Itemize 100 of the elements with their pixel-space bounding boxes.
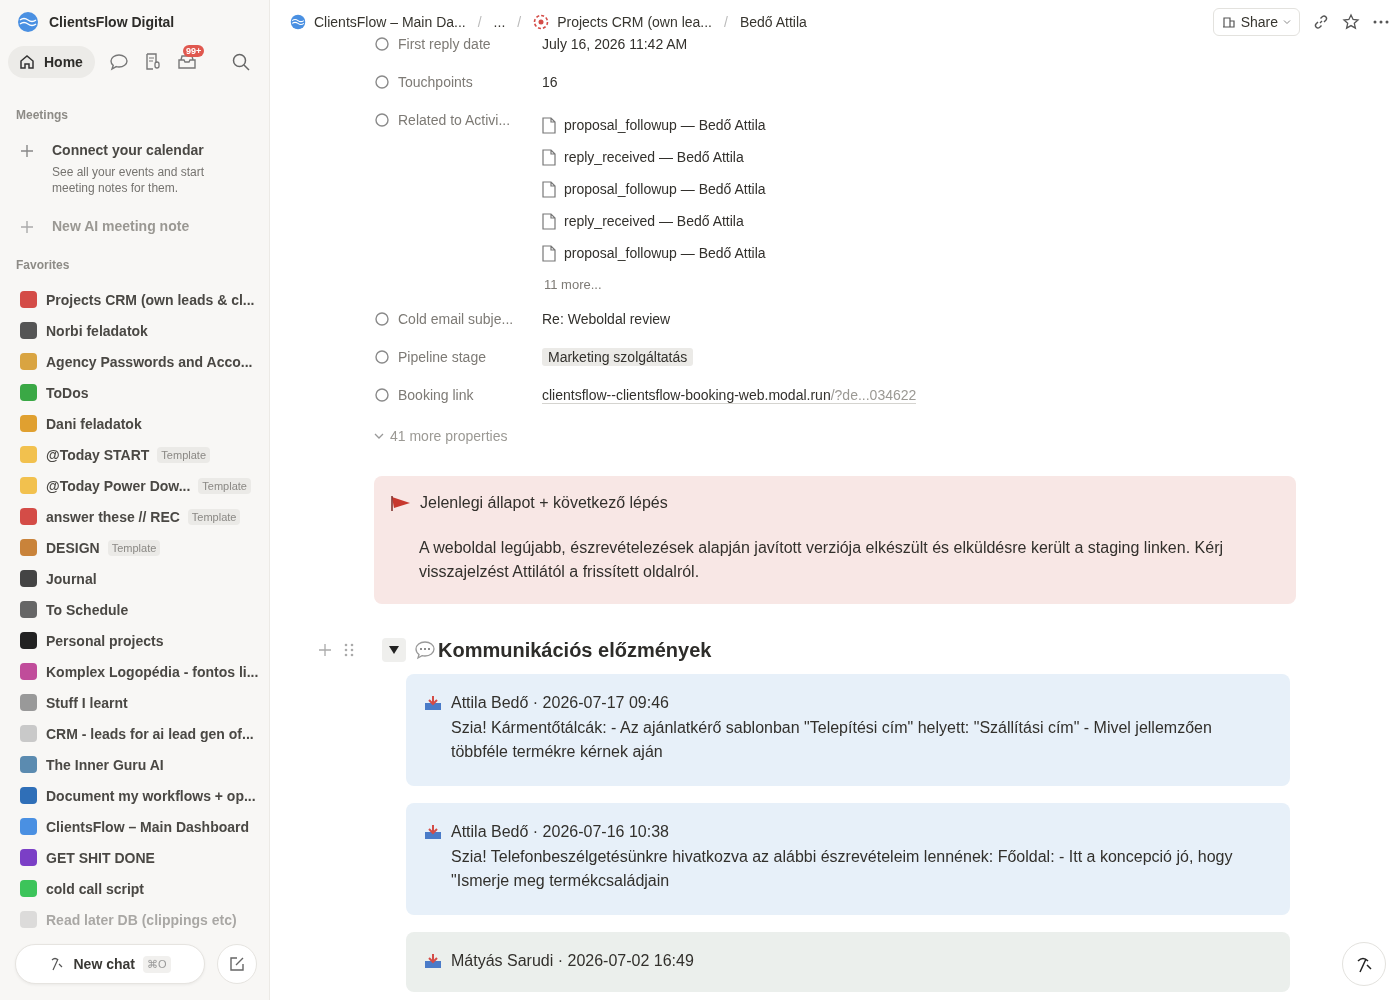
connect-calendar-link[interactable]: Connect your calendar <box>52 142 222 158</box>
favorite-item[interactable]: The Inner Guru AI <box>46 756 164 773</box>
template-tag: Template <box>198 477 251 494</box>
page-icon <box>20 911 37 928</box>
drag-handle-icon[interactable] <box>344 642 354 658</box>
document-icon <box>542 244 556 262</box>
share-button[interactable]: Share <box>1212 8 1300 36</box>
page-icon <box>20 818 37 835</box>
building-icon <box>1221 15 1236 29</box>
inbox-tray-icon <box>424 953 442 969</box>
page-icon <box>20 570 37 587</box>
breadcrumb-link[interactable]: Projects CRM (own lea... <box>557 14 712 30</box>
page-icon <box>20 601 37 618</box>
page-icon <box>20 880 37 897</box>
home-button[interactable]: Home <box>8 46 95 78</box>
favorite-item[interactable]: Personal projects <box>46 632 164 649</box>
favorite-item[interactable]: cold call script <box>46 880 145 897</box>
breadcrumb-separator: / <box>724 14 728 30</box>
inbox-tray-icon <box>424 695 442 711</box>
relation-link[interactable]: reply_received — Bedő Attila <box>564 210 744 232</box>
page-icon <box>20 663 37 680</box>
breadcrumb-separator: / <box>477 14 482 30</box>
toggle-button[interactable] <box>382 638 406 662</box>
page-icon <box>20 632 37 649</box>
page-icon <box>20 539 37 556</box>
property-label: Booking link <box>398 386 474 405</box>
booking-url[interactable]: clientsflow--clientsflow-booking-web.modal.run/?de...034622 <box>542 387 917 404</box>
wave-logo-icon <box>17 11 39 33</box>
property-label: Pipeline stage <box>398 348 486 367</box>
property-label: First reply date <box>398 35 491 54</box>
property-value: 16 <box>542 74 558 90</box>
relation-link[interactable]: proposal_followup — Bedő Attila <box>564 114 766 136</box>
favorite-item[interactable]: Agency Passwords and Acco... <box>46 353 253 370</box>
stage-tag[interactable]: Marketing szolgáltatás <box>542 348 694 366</box>
page-icon <box>20 725 37 742</box>
message-text: Szia! Telefonbeszélgetésünkre hivatkozva az alábbi észrevételeim lennének: Főoldal: - Itt a koncepció jó, hogy "Ismerje meg termékcsaládjain <box>451 847 1234 891</box>
document-icon <box>542 116 556 134</box>
plus-icon <box>20 220 34 234</box>
wave-logo-icon <box>290 14 306 30</box>
message-header: Attila Bedő · 2026-07-17 09:46 <box>451 694 669 712</box>
star-icon[interactable] <box>1342 13 1360 31</box>
target-icon <box>533 14 550 30</box>
breadcrumb-link[interactable]: ... <box>493 14 506 30</box>
new-chat-button[interactable]: New chat ⌘O <box>15 944 205 984</box>
breadcrumb-separator: / <box>517 14 522 30</box>
favorite-item[interactable]: @Today START <box>46 446 150 463</box>
section-title: Meetings <box>15 107 69 122</box>
favorite-item[interactable]: Journal <box>46 570 97 587</box>
page-icon <box>20 694 37 711</box>
flag-icon <box>390 495 412 511</box>
breadcrumb-link[interactable]: ClientsFlow – Main Da... <box>314 14 466 30</box>
inbox-icon[interactable] <box>176 52 197 72</box>
favorite-item[interactable]: GET SHIT DONE <box>46 849 155 866</box>
plus-icon <box>20 144 34 158</box>
document-icon <box>542 148 556 166</box>
favorite-item[interactable]: Document my workflows + op... <box>46 787 256 804</box>
favorite-item[interactable]: CRM - leads for ai lead gen of... <box>46 725 254 742</box>
page-icon <box>20 477 37 494</box>
notification-badge: 99+ <box>182 45 205 57</box>
section-heading: Kommunikációs előzmények <box>438 638 712 662</box>
favorite-item[interactable]: Dani feladatok <box>46 415 142 432</box>
breadcrumb-link[interactable]: Bedő Attila <box>739 14 807 30</box>
favorite-item[interactable]: ClientsFlow – Main Dashboard <box>46 818 250 835</box>
message-text: Szia! Kármentőtálcák: - Az ajánlatkérő sablonban "Telepítési cím" helyett: "Szállítási cím" - Mivel jellemzően többféle termékre kérnek aján <box>451 718 1213 762</box>
ai-assistant-button[interactable] <box>1342 942 1386 986</box>
relation-link[interactable]: reply_received — Bedő Attila <box>564 146 744 168</box>
favorite-item[interactable]: DESIGN <box>46 539 100 556</box>
template-tag: Template <box>157 446 210 463</box>
chevron-icon <box>374 431 384 441</box>
speech-bubble-icon <box>414 640 436 660</box>
favorite-item[interactable]: ToDos <box>46 384 89 401</box>
page-icon <box>20 384 37 401</box>
property-value: July 16, 2026 11:42 AM <box>542 36 688 52</box>
favorite-item[interactable]: Komplex Logopédia - fontos li... <box>46 663 259 680</box>
template-tag: Template <box>107 539 161 556</box>
inbox-tray-icon <box>424 824 442 840</box>
property-label: Touchpoints <box>398 73 473 92</box>
property-label: Related to Activi... <box>398 111 511 130</box>
calendar-description: See all your events and start meeting notes for them. <box>52 164 206 196</box>
property-value: Re: Weboldal review <box>542 311 671 327</box>
page-icon <box>20 849 37 866</box>
chat-icon[interactable] <box>108 52 129 72</box>
favorite-item[interactable]: @Today Power Dow... <box>46 477 191 494</box>
favorite-item[interactable]: Stuff I learnt <box>46 694 128 711</box>
more-link[interactable]: 11 more... <box>542 274 766 308</box>
triangle-icon <box>389 645 399 655</box>
favorite-item[interactable]: Projects CRM (own leads & cl... <box>46 291 255 308</box>
favorite-item[interactable]: Norbi feladatok <box>46 322 148 339</box>
relation-link[interactable]: proposal_followup — Bedő Attila <box>564 178 766 200</box>
property-label: Cold email subje... <box>398 310 514 329</box>
template-tag: Template <box>187 508 241 525</box>
callout-text: A weboldal legújabb, észrevételezések alapján javított verziója elkészült és elküldésre került a staging linken. Kérj visszajelzést Attilától a frissített oldalról. <box>419 538 1224 582</box>
message-header: Attila Bedő · 2026-07-16 10:38 <box>451 823 669 841</box>
document-icon <box>542 212 556 230</box>
page-icon <box>20 353 37 370</box>
page-icon <box>20 446 37 463</box>
favorite-item[interactable]: answer these // REC <box>46 508 180 525</box>
relation-link[interactable]: proposal_followup — Bedő Attila <box>564 242 766 264</box>
favorite-item[interactable]: To Schedule <box>46 601 129 618</box>
compose-button[interactable] <box>217 944 257 984</box>
